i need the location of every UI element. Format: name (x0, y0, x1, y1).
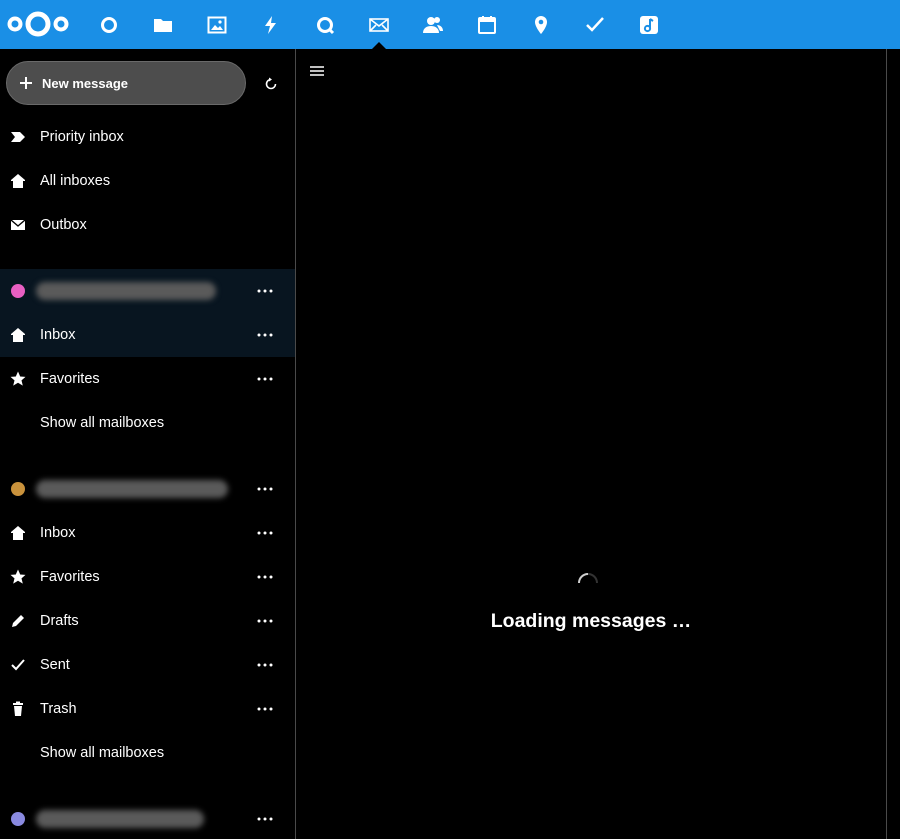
mailbox-label: Drafts (40, 613, 79, 629)
plus-icon (20, 77, 32, 89)
more-actions-button[interactable] (252, 652, 278, 678)
account-color-dot (11, 284, 25, 298)
more-actions-button[interactable] (252, 806, 278, 832)
account-color-dot (11, 482, 25, 496)
account-email-blurred (36, 810, 204, 828)
star-icon (8, 369, 28, 389)
mailbox-favorites[interactable]: Favorites (0, 357, 295, 401)
mailbox-sent[interactable]: Sent (0, 643, 295, 687)
mailbox-drafts[interactable]: Drafts (0, 599, 295, 643)
more-actions-button[interactable] (252, 366, 278, 392)
mailbox-label: Favorites (40, 371, 100, 387)
mailbox-label: Favorites (40, 569, 100, 585)
account-email-blurred (36, 480, 228, 498)
music-icon[interactable] (622, 0, 676, 49)
more-icon (257, 377, 273, 381)
activity-icon[interactable] (244, 0, 298, 49)
more-icon (257, 707, 273, 711)
home-icon (8, 171, 28, 191)
mailbox-all-inboxes[interactable]: All inboxes (0, 159, 295, 203)
contacts-icon[interactable] (406, 0, 460, 49)
home-icon (8, 325, 28, 345)
mailbox-label: Trash (40, 701, 77, 717)
check-icon (8, 655, 28, 675)
loading-messages-text: Loading messages … (490, 610, 692, 632)
more-icon (257, 289, 273, 293)
more-icon (257, 487, 273, 491)
more-icon (257, 333, 273, 337)
folder-icon[interactable] (136, 0, 190, 49)
mailbox-label: Inbox (40, 525, 76, 541)
star-icon (8, 567, 28, 587)
mailbox-label: Outbox (40, 217, 87, 233)
refresh-icon (265, 77, 277, 90)
outbox-icon (8, 215, 28, 235)
photos-icon[interactable] (190, 0, 244, 49)
show-all-label: Show all mailboxes (40, 745, 165, 761)
mailbox-inbox[interactable]: Inbox (0, 313, 295, 357)
more-actions-button[interactable] (252, 564, 278, 590)
mailbox-trash[interactable]: Trash (0, 687, 295, 731)
show-all-mailboxes[interactable]: Show all mailboxes (0, 401, 295, 445)
more-icon (257, 663, 273, 667)
more-icon (257, 619, 273, 623)
account-header[interactable] (0, 269, 295, 313)
more-actions-button[interactable] (252, 322, 278, 348)
maps-icon[interactable] (514, 0, 568, 49)
loading-spinner-icon (578, 573, 598, 584)
content-divider (886, 49, 887, 839)
more-actions-button[interactable] (252, 476, 278, 502)
more-actions-button[interactable] (252, 520, 278, 546)
pencil-icon (8, 611, 28, 631)
sidebar-divider (295, 49, 296, 839)
mailbox-label: Sent (40, 657, 70, 673)
menu-icon (310, 66, 324, 76)
account-color-dot (11, 812, 25, 826)
talk-icon[interactable] (298, 0, 352, 49)
refresh-button[interactable] (260, 73, 282, 95)
top-header (0, 0, 900, 49)
nextcloud-logo[interactable] (6, 8, 70, 40)
new-message-button[interactable]: New message (6, 61, 246, 105)
mailbox-favorites[interactable]: Favorites (0, 555, 295, 599)
more-actions-button[interactable] (252, 278, 278, 304)
mail-icon[interactable] (352, 0, 406, 49)
mail-sidebar: New message Priority inbox All inboxes O… (0, 49, 295, 839)
show-all-label: Show all mailboxes (40, 415, 165, 431)
trash-icon (8, 699, 28, 719)
mailbox-label: All inboxes (40, 173, 111, 189)
more-actions-button[interactable] (252, 608, 278, 634)
mailbox-inbox[interactable]: Inbox (0, 511, 295, 555)
more-icon (257, 531, 273, 535)
account-header[interactable] (0, 467, 295, 511)
more-actions-button[interactable] (252, 696, 278, 722)
account-header[interactable] (0, 797, 295, 839)
more-icon (257, 817, 273, 821)
toggle-navigation-button[interactable] (306, 60, 328, 82)
new-message-label: New message (42, 75, 128, 91)
mailbox-label: Inbox (40, 327, 76, 343)
calendar-icon[interactable] (460, 0, 514, 49)
mailbox-priority-inbox[interactable]: Priority inbox (0, 115, 295, 159)
home-icon (8, 523, 28, 543)
priority-icon (8, 127, 28, 147)
mailbox-label: Priority inbox (40, 129, 124, 145)
more-icon (257, 575, 273, 579)
show-all-mailboxes[interactable]: Show all mailboxes (0, 731, 295, 775)
tasks-icon[interactable] (568, 0, 622, 49)
mailbox-outbox[interactable]: Outbox (0, 203, 295, 247)
account-email-blurred (36, 282, 216, 300)
dashboard-icon[interactable] (82, 0, 136, 49)
